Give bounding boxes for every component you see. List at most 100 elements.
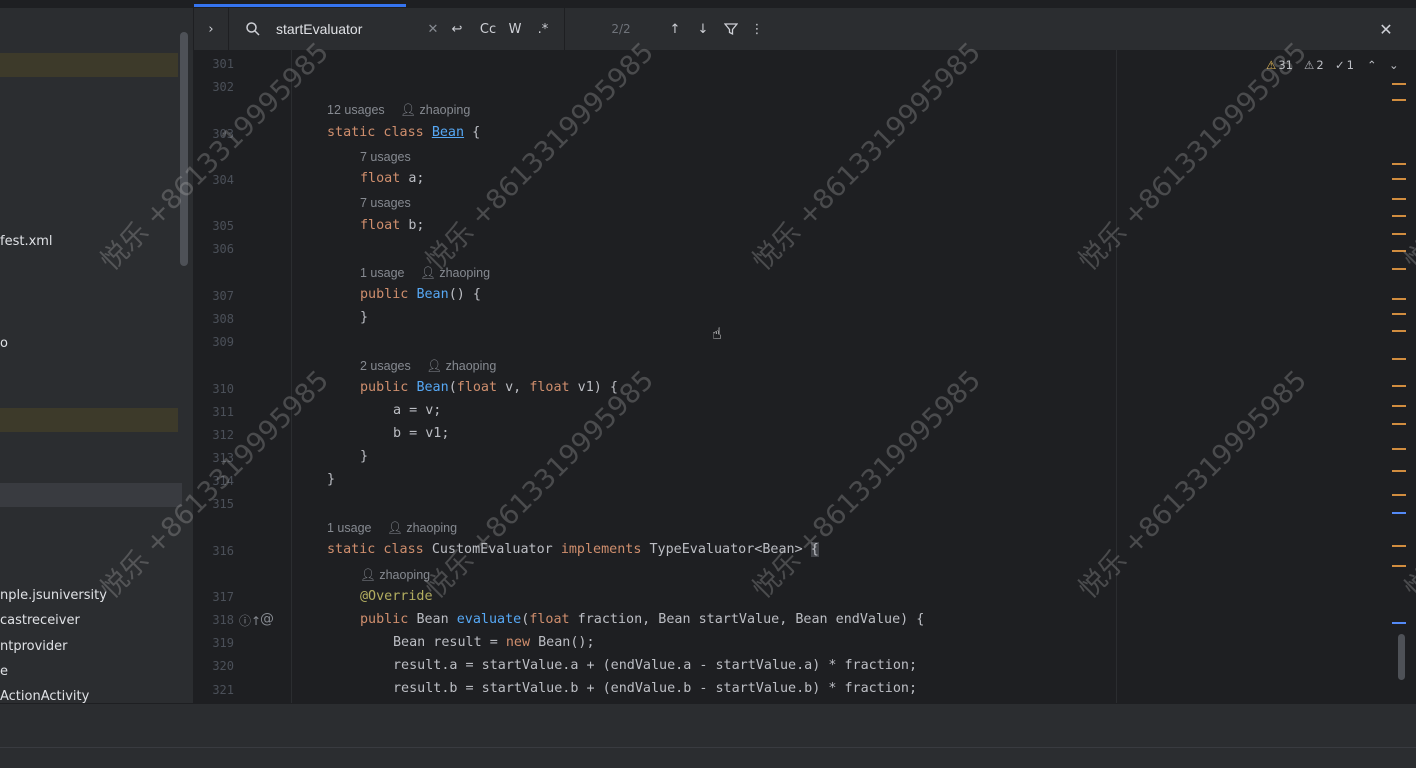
project-item[interactable]: ntprovider: [0, 639, 68, 654]
error-stripe-mark[interactable]: [1392, 423, 1406, 425]
code-editor[interactable]: 301 302 303 304 305 306 307 308 309 310 …: [194, 50, 1416, 703]
usage-hint[interactable]: 1 usage 👤︎ zhaoping: [360, 266, 490, 281]
project-item[interactable]: castreceiver: [0, 613, 80, 628]
usage-hint[interactable]: 1 usage 👤︎ zhaoping: [327, 521, 457, 536]
next-occurrence-button[interactable]: ↓: [692, 8, 714, 50]
error-stripe-mark[interactable]: [1392, 178, 1406, 180]
usages-count[interactable]: 1 usage: [327, 521, 371, 535]
error-stripe-mark[interactable]: [1392, 448, 1406, 450]
match-case-button[interactable]: Cc: [476, 8, 500, 50]
clear-search-button[interactable]: ✕: [424, 8, 442, 50]
error-stripe-mark[interactable]: [1392, 405, 1406, 407]
next-highlighted-error-button[interactable]: ⌄: [1389, 58, 1399, 72]
code-line[interactable]: float a;: [360, 171, 425, 186]
implements-method-icon[interactable]: ⓘ↑: [239, 612, 261, 629]
code-line[interactable]: @Override: [360, 589, 433, 604]
error-stripe-mark[interactable]: [1392, 494, 1406, 496]
author-name[interactable]: zhaoping: [406, 521, 457, 535]
error-stripe-mark[interactable]: [1392, 215, 1406, 217]
project-panel-top: [0, 0, 194, 8]
code-line[interactable]: b = v1;: [393, 426, 449, 441]
author-name[interactable]: zhaoping: [420, 103, 471, 117]
code-line[interactable]: float b;: [360, 218, 425, 233]
usages-count[interactable]: 1 usage: [360, 266, 404, 280]
error-stripe-mark[interactable]: [1392, 330, 1406, 332]
words-button[interactable]: W: [504, 8, 526, 50]
code-line[interactable]: }: [360, 449, 368, 464]
author-name[interactable]: zhaoping: [439, 266, 490, 280]
expand-replace-button[interactable]: ›: [194, 8, 228, 50]
code-text: Bean: [416, 612, 457, 627]
error-stripe-mark[interactable]: [1392, 298, 1406, 300]
usages-count[interactable]: 12 usages: [327, 103, 385, 117]
gutter-divider: [291, 50, 292, 703]
usage-hint[interactable]: 2 usages 👤︎ zhaoping: [360, 359, 496, 374]
code-line[interactable]: static class Bean {: [327, 125, 480, 140]
keyword: float: [529, 612, 570, 627]
author-hint[interactable]: 👤︎ zhaoping: [360, 568, 430, 583]
project-item[interactable]: nple.jsuniversity: [0, 588, 107, 603]
inspections-warnings[interactable]: ⚠ 31: [1266, 58, 1293, 72]
filter-button[interactable]: [720, 8, 742, 50]
code-line[interactable]: static class CustomEvaluator implements …: [327, 542, 819, 557]
more-vertical-icon: ⋮: [750, 21, 764, 37]
code-line[interactable]: public Bean() {: [360, 287, 481, 302]
keyword: float: [360, 171, 409, 186]
project-row-selected[interactable]: [0, 483, 182, 507]
line-number: 315: [212, 497, 234, 511]
more-options-button[interactable]: ⋮: [746, 8, 768, 50]
inspections-weak-warnings[interactable]: ⚠ 2: [1304, 58, 1324, 72]
usage-hint[interactable]: 7 usages: [360, 196, 411, 210]
search-progress-indicator: [194, 4, 406, 7]
previous-occurrence-button[interactable]: ↑: [664, 8, 686, 50]
code-line[interactable]: public Bean evaluate(float fraction, Bea…: [360, 612, 924, 627]
regex-button[interactable]: .*: [532, 8, 554, 50]
error-stripe-mark[interactable]: [1392, 470, 1406, 472]
search-input[interactable]: startEvaluator: [276, 8, 362, 50]
editor-scrollbar-thumb[interactable]: [1398, 634, 1405, 680]
line-number: 306: [212, 242, 234, 256]
code-line[interactable]: result.a = startValue.a + (endValue.a - …: [393, 658, 917, 673]
code-line[interactable]: a = v;: [393, 403, 441, 418]
inspections-typos[interactable]: ✓ 1: [1335, 58, 1354, 72]
code-line[interactable]: result.b = startValue.b + (endValue.b - …: [393, 681, 917, 696]
error-stripe-mark[interactable]: [1392, 163, 1406, 165]
error-stripe-mark[interactable]: [1392, 198, 1406, 200]
error-stripe-mark[interactable]: [1392, 545, 1406, 547]
code-line[interactable]: public Bean(float v, float v1) {: [360, 380, 618, 395]
new-line-button[interactable]: ↩: [446, 8, 468, 50]
close-find-bar-button[interactable]: ✕: [1374, 8, 1398, 50]
search-history-button[interactable]: [242, 8, 264, 50]
error-stripe-mark[interactable]: [1392, 268, 1406, 270]
constructor-name: Bean: [416, 287, 449, 302]
code-line[interactable]: }: [327, 472, 335, 487]
code-line[interactable]: Bean result = new Bean();: [393, 635, 595, 650]
error-stripe-mark[interactable]: [1392, 358, 1406, 360]
project-item[interactable]: o: [0, 336, 8, 351]
error-stripe-mark[interactable]: [1392, 250, 1406, 252]
usage-hint[interactable]: 7 usages: [360, 150, 411, 164]
search-result-mark[interactable]: [1392, 622, 1406, 624]
error-stripe-mark[interactable]: [1392, 99, 1406, 101]
code-text: v1) {: [569, 380, 618, 395]
error-stripe-mark[interactable]: [1392, 233, 1406, 235]
code-line[interactable]: }: [360, 310, 368, 325]
project-item[interactable]: fest.xml: [0, 234, 53, 249]
keyword: static class: [327, 542, 432, 557]
usage-hint[interactable]: 12 usages 👤︎ zhaoping: [327, 103, 470, 118]
usages-count[interactable]: 2 usages: [360, 359, 411, 373]
author-name[interactable]: zhaoping: [446, 359, 497, 373]
project-scrollbar[interactable]: [180, 32, 188, 266]
search-result-mark[interactable]: [1392, 512, 1406, 514]
project-row-highlight: [0, 53, 178, 77]
annotation-icon[interactable]: @: [260, 611, 274, 627]
error-stripe-mark[interactable]: [1392, 83, 1406, 85]
class-name[interactable]: Bean: [432, 125, 464, 140]
project-item[interactable]: e: [0, 664, 8, 679]
error-stripe-mark[interactable]: [1392, 565, 1406, 567]
error-stripe-mark[interactable]: [1392, 313, 1406, 315]
author-name[interactable]: zhaoping: [379, 568, 430, 582]
project-item[interactable]: ActionActivity: [0, 689, 89, 703]
previous-highlighted-error-button[interactable]: ⌃: [1367, 58, 1377, 72]
error-stripe-mark[interactable]: [1392, 385, 1406, 387]
